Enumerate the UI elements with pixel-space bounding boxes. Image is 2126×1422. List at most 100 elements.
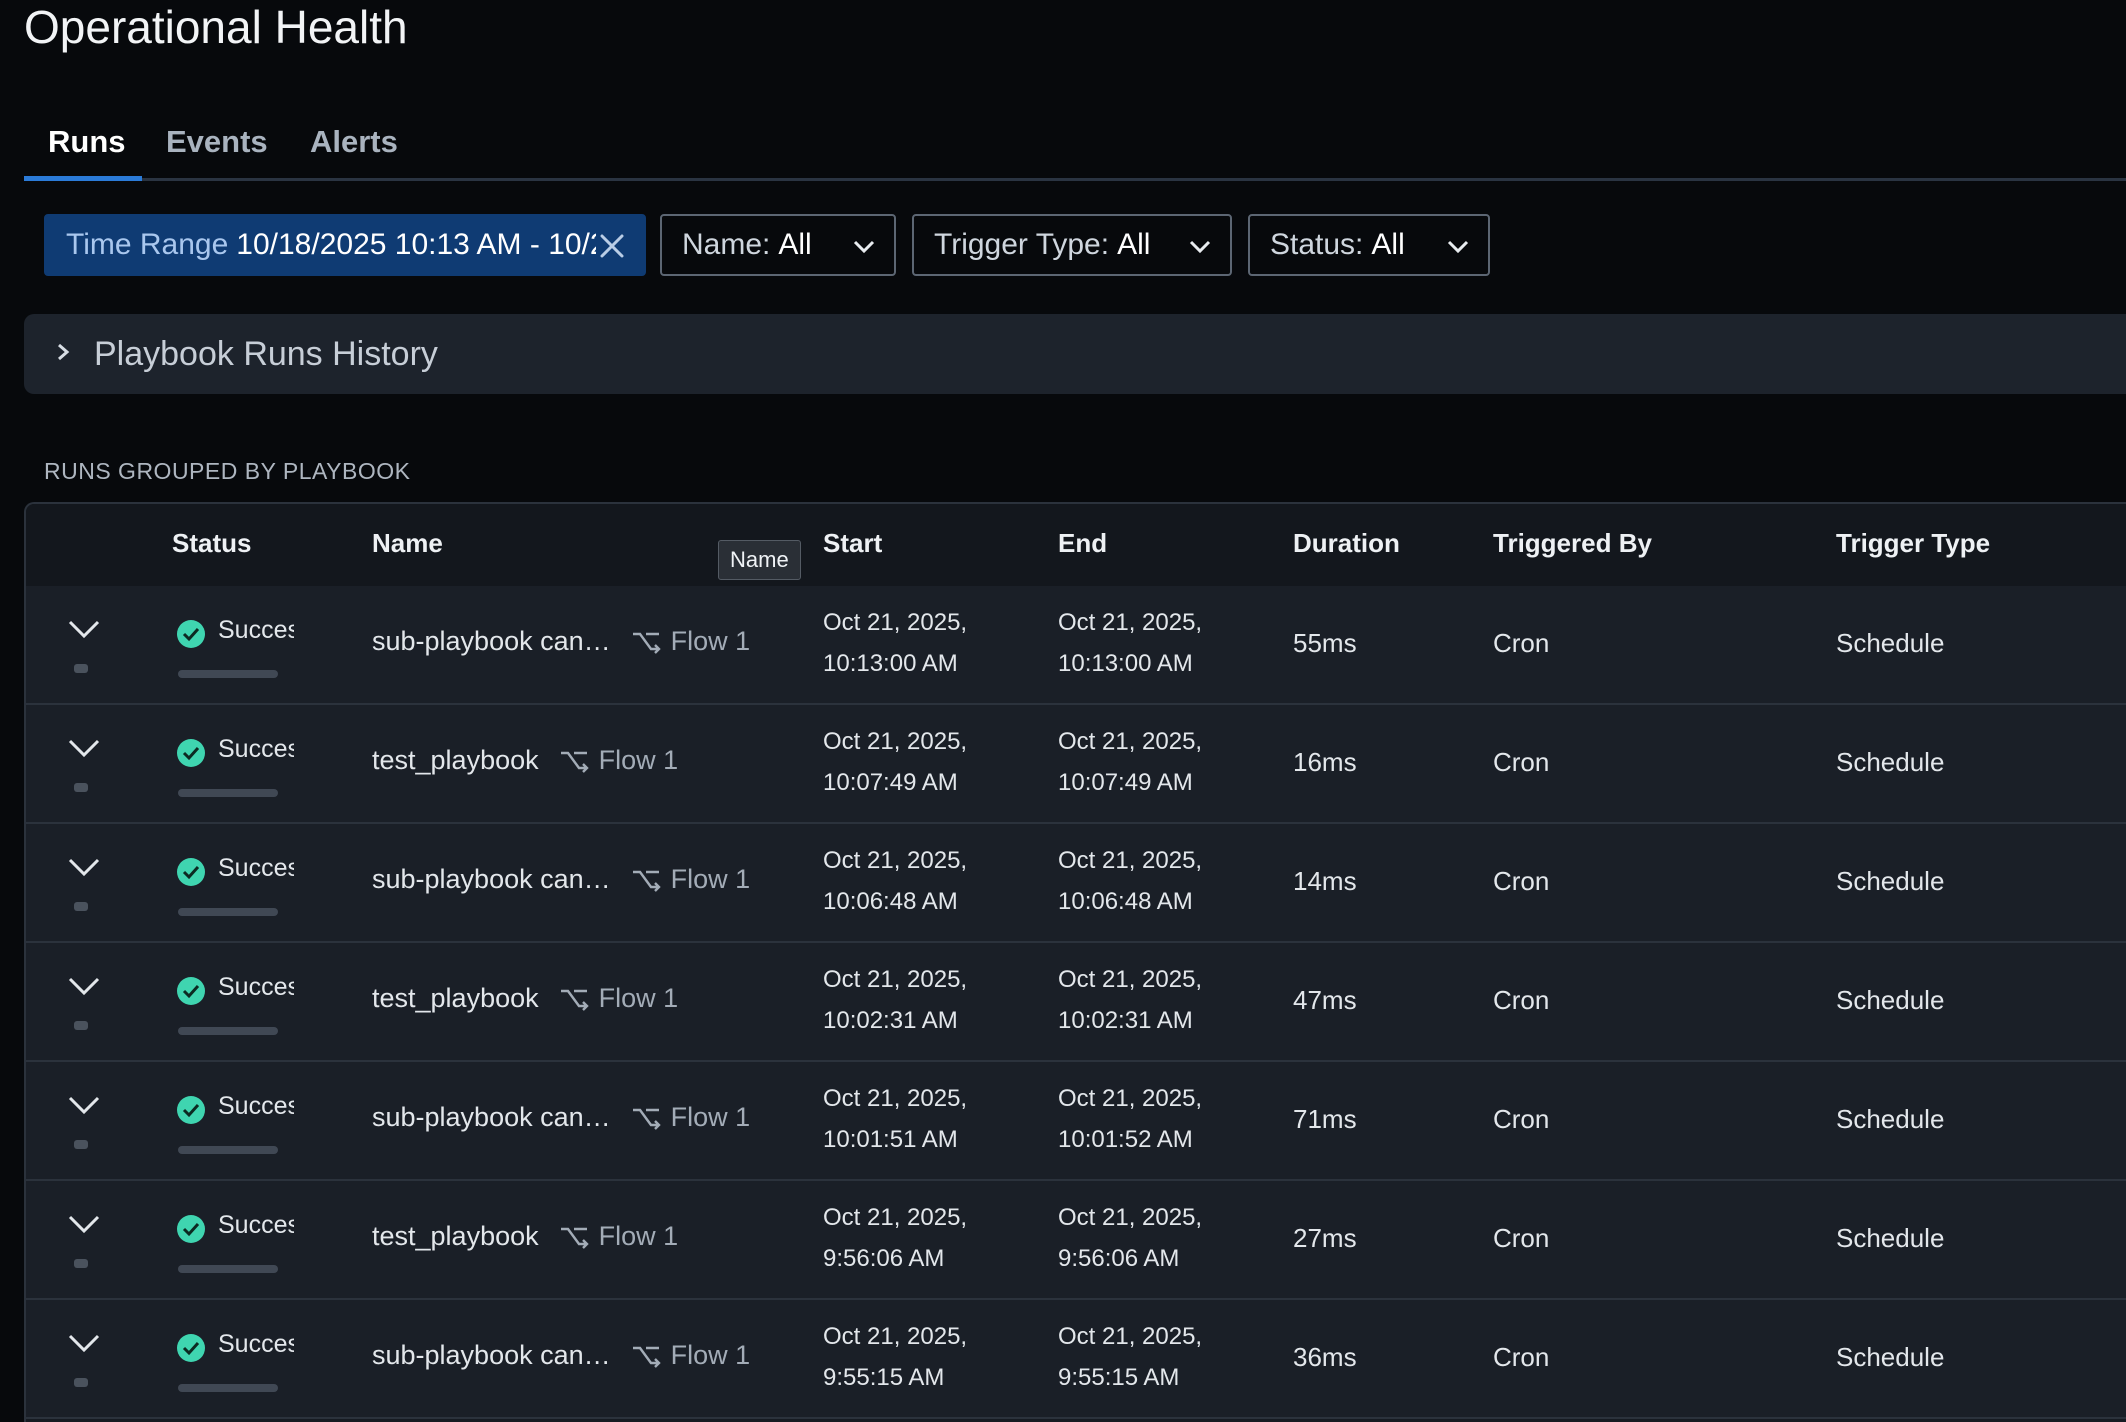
start-cell: Oct 21, 2025, 10:06:48 AM (823, 840, 967, 922)
trigger-type-cell: Schedule (1836, 1223, 1945, 1253)
start-time: 10:02:31 AM (823, 1007, 958, 1034)
status-text: Succes (218, 616, 294, 644)
chevron-down-icon[interactable] (66, 971, 102, 1001)
runs-table: Status Name Name Start End Duration Trig… (24, 502, 2126, 1422)
end-time: 10:06:48 AM (1058, 888, 1193, 915)
tab-runs[interactable]: Runs (48, 122, 126, 162)
status-text: Succes (218, 1092, 294, 1120)
column-header-end[interactable]: End (1058, 528, 1107, 559)
tab-events[interactable]: Events (166, 122, 268, 162)
flow-label: Flow 1 (670, 1102, 751, 1132)
table-row[interactable]: Succes test_playbook Flow 1 Oct 21, 2025… (26, 705, 2126, 824)
status-text: Succes (218, 1211, 294, 1239)
playbook-name[interactable]: test_playbook (372, 1221, 539, 1252)
trigger-type-filter-value: All (1117, 228, 1151, 261)
name-filter-label: Name: (682, 228, 771, 261)
flow-label: Flow 1 (598, 983, 679, 1013)
playbook-name[interactable]: test_playbook (372, 745, 539, 776)
flow-icon (632, 632, 661, 654)
name-filter-dropdown[interactable]: Name: All (660, 214, 896, 276)
start-time: 10:06:48 AM (823, 888, 958, 915)
column-header-triggered-by[interactable]: Triggered By (1493, 528, 1652, 559)
column-header-name[interactable]: Name (372, 528, 443, 559)
table-row[interactable]: Succes sub-playbook can… Flow 1 Oct 21, … (26, 824, 2126, 943)
section-label: RUNS GROUPED BY PLAYBOOK (44, 458, 411, 484)
playbook-name[interactable]: test_playbook (372, 983, 539, 1014)
start-time: 9:56:06 AM (823, 1245, 945, 1272)
status-filter-dropdown[interactable]: Status: All (1248, 214, 1490, 276)
table-row[interactable]: Succes test_playbook Flow 1 Oct 21, 2025… (26, 943, 2126, 1062)
row-indicator (74, 664, 88, 673)
status-progress-bar (178, 1384, 278, 1392)
time-range-value: 10/18/2025 10:13 AM - 10/2 (236, 228, 607, 261)
table-row[interactable]: Succes sub-playbook can… Flow 1 Oct 21, … (26, 1062, 2126, 1181)
status-progress-bar (178, 1265, 278, 1273)
end-date: Oct 21, 2025, (1058, 728, 1203, 755)
table-row[interactable]: Succes sub-playbook can… Flow 1 Oct 21, … (26, 1300, 2126, 1419)
end-cell: Oct 21, 2025, 10:06:48 AM (1058, 840, 1202, 922)
status-progress-bar (178, 789, 278, 797)
column-header-start[interactable]: Start (823, 528, 882, 559)
close-icon[interactable] (596, 230, 628, 262)
trigger-type-filter-label: Trigger Type: (934, 228, 1110, 261)
start-time: 9:55:15 AM (823, 1364, 945, 1391)
chevron-down-icon[interactable] (66, 614, 102, 644)
check-circle-icon (177, 977, 205, 1005)
duration-cell: 55ms (1293, 628, 1357, 658)
chevron-down-icon[interactable] (66, 1090, 102, 1120)
end-date: Oct 21, 2025, (1058, 1085, 1203, 1112)
name-cell: test_playbook Flow 1 (372, 1221, 678, 1252)
flow-icon (560, 751, 589, 773)
chevron-down-icon[interactable] (66, 1328, 102, 1358)
active-tab-indicator (24, 176, 142, 181)
time-range-label: Time Range (66, 228, 229, 261)
playbook-name[interactable]: sub-playbook can… (372, 1102, 611, 1133)
playbook-name[interactable]: sub-playbook can… (372, 864, 611, 895)
trigger-type-cell: Schedule (1836, 747, 1945, 777)
start-cell: Oct 21, 2025, 10:02:31 AM (823, 959, 967, 1041)
flow-label: Flow 1 (670, 626, 751, 656)
playbook-runs-history-accordion[interactable]: Playbook Runs History (24, 314, 2126, 394)
row-indicator (74, 783, 88, 792)
trigger-type-cell: Schedule (1836, 1104, 1945, 1134)
chevron-down-icon[interactable] (66, 733, 102, 763)
trigger-type-cell: Schedule (1836, 985, 1945, 1015)
page-title: Operational Health (24, 1, 408, 53)
time-range-filter[interactable]: Time Range 10/18/2025 10:13 AM - 10/2 (44, 214, 646, 276)
column-header-trigger-type[interactable]: Trigger Type (1836, 528, 1990, 559)
triggered-by-cell: Cron (1493, 866, 1550, 896)
start-time: 10:01:51 AM (823, 1126, 958, 1153)
triggered-by-cell: Cron (1493, 1104, 1550, 1134)
triggered-by-cell: Cron (1493, 628, 1550, 658)
tab-bar: Runs Events Alerts (24, 118, 2126, 181)
check-circle-icon (177, 739, 205, 767)
table-header: Status Name Name Start End Duration Trig… (26, 504, 2126, 588)
start-date: Oct 21, 2025, (823, 1085, 968, 1112)
flow-icon (560, 1227, 589, 1249)
status-text: Succes (218, 1330, 294, 1358)
flow-label: Flow 1 (670, 864, 751, 894)
end-date: Oct 21, 2025, (1058, 966, 1203, 993)
end-time: 9:56:06 AM (1058, 1245, 1180, 1272)
playbook-name[interactable]: sub-playbook can… (372, 1340, 611, 1371)
check-circle-icon (177, 1215, 205, 1243)
start-date: Oct 21, 2025, (823, 1323, 968, 1350)
status-text: Succes (218, 854, 294, 882)
column-header-duration[interactable]: Duration (1293, 528, 1400, 559)
end-time: 10:13:00 AM (1058, 650, 1193, 677)
table-row[interactable]: Succes test_playbook Flow 1 Oct 21, 2025… (26, 1181, 2126, 1300)
status-text: Succes (218, 735, 294, 763)
tooltip: Name (718, 540, 801, 580)
chevron-down-icon[interactable] (66, 852, 102, 882)
column-header-status[interactable]: Status (172, 528, 251, 559)
tab-alerts[interactable]: Alerts (310, 122, 398, 162)
name-cell: test_playbook Flow 1 (372, 983, 678, 1014)
trigger-type-cell: Schedule (1836, 866, 1945, 896)
duration-cell: 71ms (1293, 1104, 1357, 1134)
table-row[interactable]: Succes sub-playbook can… Flow 1 Oct 21, … (26, 586, 2126, 705)
trigger-type-filter-dropdown[interactable]: Trigger Type: All (912, 214, 1232, 276)
chevron-down-icon (853, 240, 875, 254)
chevron-down-icon[interactable] (66, 1209, 102, 1239)
flow-icon (632, 1346, 661, 1368)
playbook-name[interactable]: sub-playbook can… (372, 626, 611, 657)
